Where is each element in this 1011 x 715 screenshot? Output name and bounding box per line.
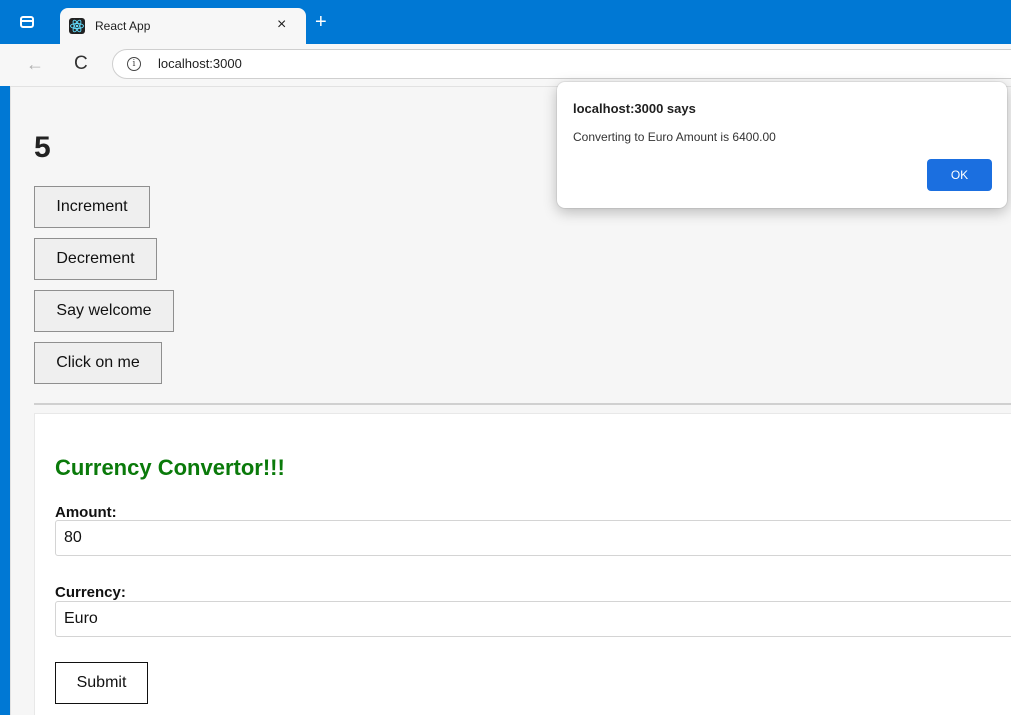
currency-converter-card: Currency Convertor!!! Amount: Currency: …: [34, 413, 1011, 715]
click-on-me-button[interactable]: Click on me: [34, 342, 162, 384]
arrow-left-icon[interactable]: ←: [26, 54, 44, 75]
reload-icon[interactable]: C: [74, 53, 88, 75]
tab-title: React App: [95, 19, 151, 33]
react-logo-icon: [69, 18, 85, 34]
decrement-button[interactable]: Decrement: [34, 238, 157, 280]
currency-input[interactable]: [55, 601, 1011, 637]
converter-title: Currency Convertor!!!: [55, 455, 285, 480]
browser-window: React App × + ← C i localhost:3000 5 Inc…: [0, 0, 1011, 715]
info-icon[interactable]: i: [127, 57, 141, 71]
tab-react-app[interactable]: React App ×: [60, 8, 306, 44]
alert-title: localhost:3000 says: [573, 101, 696, 116]
tab-strip: React App × +: [0, 0, 1011, 44]
increment-button[interactable]: Increment: [34, 186, 150, 228]
browser-toolbar: ← C i localhost:3000: [0, 44, 1011, 86]
alert-message: Converting to Euro Amount is 6400.00: [573, 130, 776, 144]
say-welcome-button[interactable]: Say welcome: [34, 290, 174, 332]
tab-close-icon[interactable]: ×: [277, 16, 286, 34]
alert-dialog: localhost:3000 says Converting to Euro A…: [557, 82, 1007, 208]
tab-actions-icon[interactable]: [20, 16, 34, 28]
new-tab-icon[interactable]: +: [315, 12, 327, 32]
address-bar[interactable]: i localhost:3000: [112, 49, 1011, 79]
ok-button[interactable]: OK: [927, 159, 992, 191]
counter-value: 5: [34, 131, 51, 164]
url-text[interactable]: localhost:3000: [158, 56, 242, 71]
amount-input[interactable]: [55, 520, 1011, 556]
amount-label: Amount:: [55, 504, 117, 521]
divider: [34, 403, 1011, 405]
submit-button[interactable]: Submit: [55, 662, 148, 704]
currency-label: Currency:: [55, 584, 126, 601]
